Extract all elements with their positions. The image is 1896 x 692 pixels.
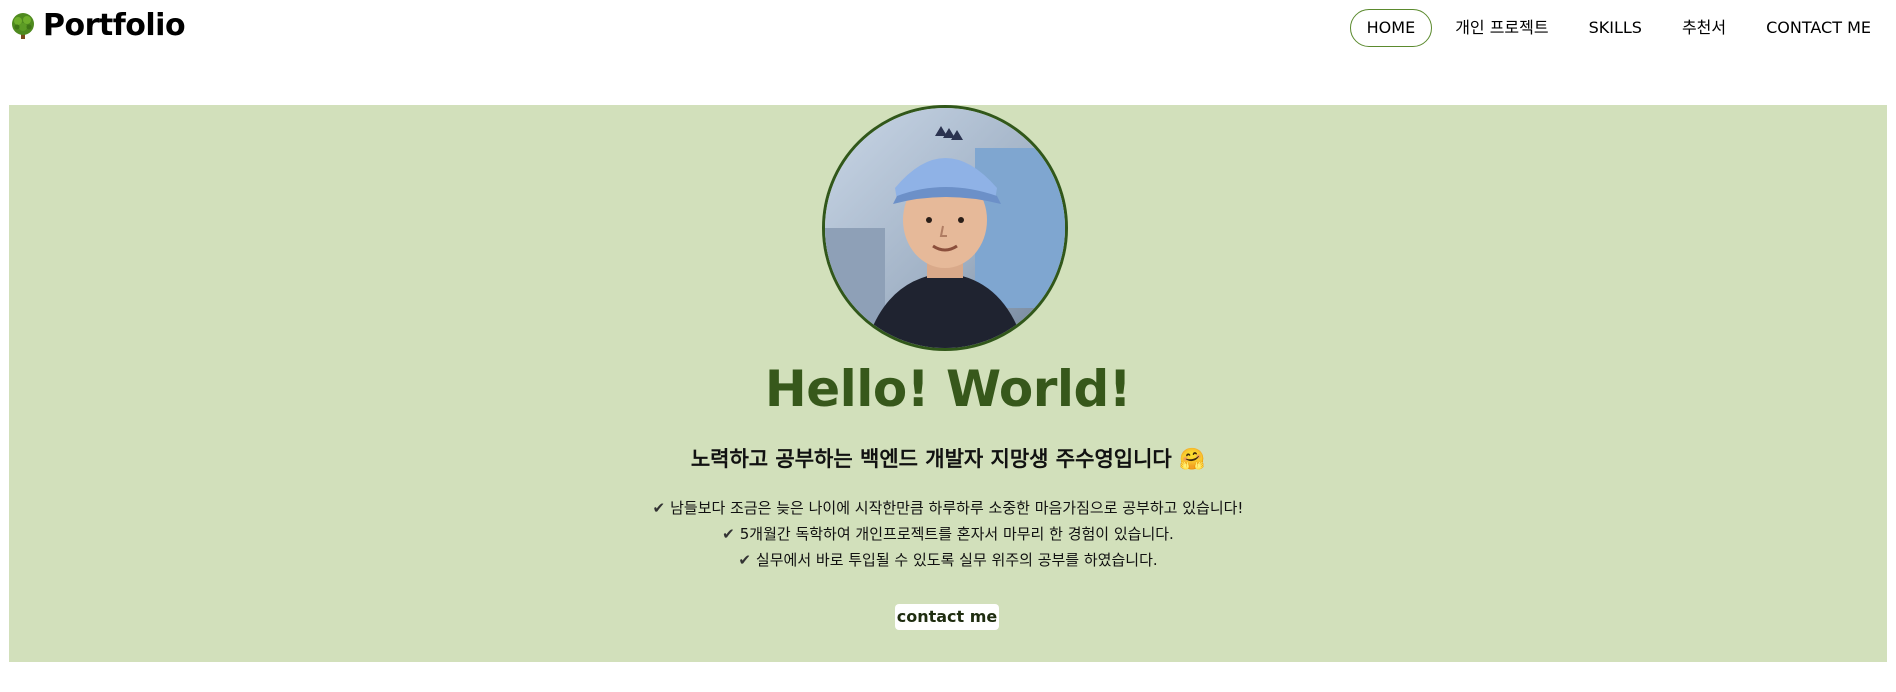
hero-title: Hello! World!: [764, 360, 1132, 418]
checkmark-icon: ✔: [652, 499, 666, 517]
checkmark-icon: ✔: [722, 525, 735, 543]
nav-contact[interactable]: CONTACT ME: [1749, 9, 1888, 47]
contact-me-button[interactable]: contact me: [895, 604, 999, 630]
main-nav: HOME 개인 프로젝트 SKILLS 추천서 CONTACT ME: [1349, 9, 1888, 47]
avatar: [822, 105, 1068, 351]
nav-skills[interactable]: SKILLS: [1572, 9, 1659, 47]
nav-recommendations[interactable]: 추천서: [1665, 9, 1743, 47]
hero-section: Hello! World! 노력하고 공부하는 백엔드 개발자 지망생 주수영입…: [9, 105, 1887, 662]
hero-subtitle: 노력하고 공부하는 백엔드 개발자 지망생 주수영입니다 🤗: [690, 447, 1206, 471]
brand-title: Portfolio: [43, 8, 186, 43]
nav-home[interactable]: HOME: [1349, 9, 1433, 47]
checkmark-icon: ✔: [738, 551, 751, 569]
nav-projects[interactable]: 개인 프로젝트: [1438, 9, 1565, 47]
hero-point: ✔ 남들보다 조금은 늦은 나이에 시작한만큼 하루하루 소중한 마음가짐으로 공…: [652, 499, 1244, 517]
profile-photo: [825, 108, 1065, 348]
hero-point: ✔ 5개월간 독학하여 개인프로젝트를 혼자서 마무리 한 경험이 있습니다.: [722, 525, 1174, 543]
hero-points: ✔ 남들보다 조금은 늦은 나이에 시작한만큼 하루하루 소중한 마음가짐으로 공…: [9, 495, 1887, 573]
tree-icon: [9, 12, 37, 40]
hero-point: ✔ 실무에서 바로 투입될 수 있도록 실무 위주의 공부를 하였습니다.: [738, 551, 1158, 569]
brand[interactable]: Portfolio: [9, 8, 186, 43]
navbar: Portfolio HOME 개인 프로젝트 SKILLS 추천서 CONTAC…: [0, 0, 1896, 58]
